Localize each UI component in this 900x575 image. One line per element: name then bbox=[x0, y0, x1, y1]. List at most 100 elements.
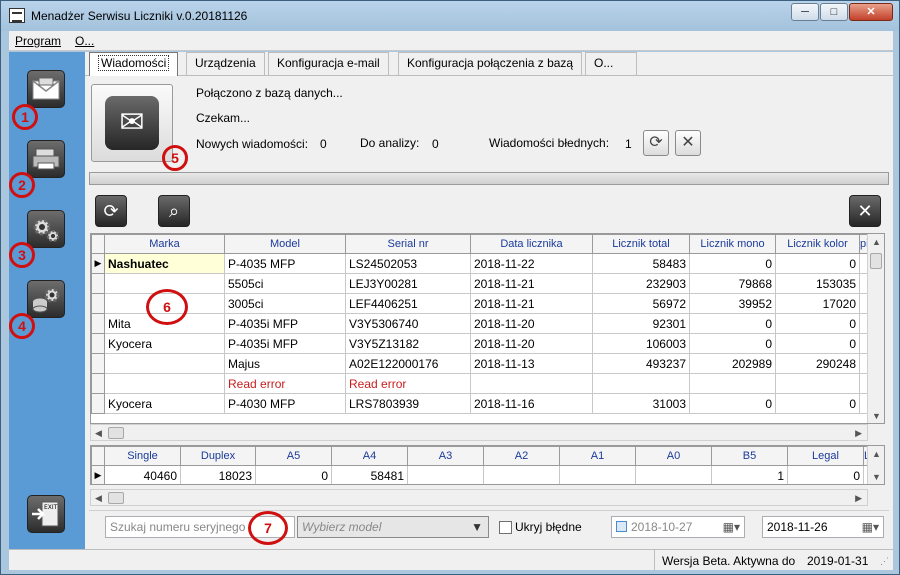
cell-model[interactable]: P-4035 MFP bbox=[224, 253, 346, 274]
cell-serial[interactable]: V3Y5306740 bbox=[345, 313, 471, 334]
cell-date[interactable]: 2018-11-21 bbox=[470, 273, 593, 294]
cell-kolor[interactable]: 290248 bbox=[775, 353, 860, 374]
hide-errors-checkbox[interactable] bbox=[499, 521, 512, 534]
sidebar-item-email-config[interactable] bbox=[27, 210, 65, 248]
tab-about[interactable]: O... bbox=[585, 52, 637, 75]
scroll-thumb[interactable] bbox=[870, 253, 882, 269]
cell-date[interactable]: 2018-11-22 bbox=[470, 253, 593, 274]
cell-marka[interactable]: Nashuatec bbox=[104, 253, 225, 274]
menu-program[interactable]: Program bbox=[15, 34, 61, 48]
formats-vertical-scrollbar[interactable]: ▲ ▼ bbox=[867, 446, 884, 484]
cell-kolor[interactable]: 153035 bbox=[775, 273, 860, 294]
format-cell[interactable] bbox=[559, 465, 636, 484]
sidebar-item-messages[interactable] bbox=[27, 70, 65, 108]
format-cell[interactable]: 1 bbox=[711, 465, 788, 484]
format-column-header[interactable]: A0 bbox=[635, 446, 712, 466]
cell-serial[interactable]: LS24502053 bbox=[345, 253, 471, 274]
table-row[interactable]: Read error Read error bbox=[91, 373, 882, 394]
cell-mono[interactable]: 39952 bbox=[689, 293, 776, 314]
cell-total[interactable] bbox=[592, 373, 690, 394]
grid-vertical-scrollbar[interactable]: ▲ ▼ bbox=[867, 234, 884, 423]
exit-button[interactable]: EXIT bbox=[27, 495, 65, 533]
minimize-button[interactable]: ─ bbox=[791, 3, 819, 21]
cell-mono[interactable]: 202989 bbox=[689, 353, 776, 374]
cell-serial[interactable]: LEJ3Y00281 bbox=[345, 273, 471, 294]
cell-mono[interactable]: 79868 bbox=[689, 273, 776, 294]
table-row[interactable]: Majus A02E122000176 2018-11-13 493237 202989… bbox=[91, 353, 882, 374]
format-column-header[interactable]: A2 bbox=[483, 446, 560, 466]
menu-about[interactable]: O... bbox=[75, 34, 94, 48]
table-row[interactable]: 5505ci LEJ3Y00281 2018-11-21 232903 79868 153… bbox=[91, 273, 882, 294]
format-cell[interactable]: 58481 bbox=[331, 465, 408, 484]
tab-email-config[interactable]: Konfiguracja e-mail bbox=[268, 52, 389, 75]
date-from-picker[interactable]: 2018-10-27 ▦▾ bbox=[611, 516, 745, 538]
table-row[interactable]: Kyocera P-4035i MFP V3Y5Z13182 2018-11-20 10… bbox=[91, 333, 882, 354]
cell-mono[interactable]: 0 bbox=[689, 393, 776, 414]
table-row[interactable]: ▶ Nashuatec P-4035 MFP LS24502053 2018-11-22… bbox=[91, 253, 882, 274]
cell-date[interactable]: 2018-11-20 bbox=[470, 333, 593, 354]
format-cell[interactable]: 0 bbox=[255, 465, 332, 484]
format-cell[interactable]: 40460 bbox=[104, 465, 181, 484]
maximize-button[interactable]: □ bbox=[820, 3, 848, 21]
retry-errors-button[interactable]: ⟳ bbox=[643, 130, 669, 156]
format-column-header[interactable]: Legal bbox=[787, 446, 864, 466]
format-cell[interactable] bbox=[483, 465, 560, 484]
table-row[interactable]: Kyocera P-4030 MFP LRS7803939 2018-11-16 310… bbox=[91, 393, 882, 414]
formats-horizontal-scrollbar[interactable]: ◀ ▶ bbox=[90, 489, 868, 506]
column-header[interactable]: Licznik mono bbox=[689, 234, 776, 254]
cell-total[interactable]: 106003 bbox=[592, 333, 690, 354]
calendar-icon[interactable]: ▦▾ bbox=[862, 517, 879, 537]
cell-mono[interactable] bbox=[689, 373, 776, 394]
model-select[interactable]: Wybierz model ▼ bbox=[297, 516, 489, 538]
cell-kolor[interactable] bbox=[775, 373, 860, 394]
column-header[interactable]: Marka bbox=[104, 234, 225, 254]
cell-kolor[interactable]: 0 bbox=[775, 393, 860, 414]
cell-total[interactable]: 58483 bbox=[592, 253, 690, 274]
cell-model[interactable]: P-4035i MFP bbox=[224, 333, 346, 354]
cell-date[interactable]: 2018-11-13 bbox=[470, 353, 593, 374]
tab-devices[interactable]: Urządzenia bbox=[186, 52, 265, 75]
cell-mono[interactable]: 0 bbox=[689, 333, 776, 354]
calendar-icon[interactable]: ▦▾ bbox=[723, 517, 740, 537]
format-column-header[interactable]: Duplex bbox=[180, 446, 256, 466]
grid-horizontal-scrollbar[interactable]: ◀ ▶ bbox=[90, 424, 868, 441]
cell-model[interactable]: Read error bbox=[224, 373, 346, 394]
column-header[interactable]: Licznik kolor bbox=[775, 234, 860, 254]
cell-serial[interactable]: Read error bbox=[345, 373, 471, 394]
cell-date[interactable]: 2018-11-21 bbox=[470, 293, 593, 314]
clear-errors-button[interactable]: ✕ bbox=[675, 130, 701, 156]
cell-total[interactable]: 56972 bbox=[592, 293, 690, 314]
cell-mono[interactable]: 0 bbox=[689, 313, 776, 334]
cell-model[interactable]: P-4030 MFP bbox=[224, 393, 346, 414]
cell-total[interactable]: 92301 bbox=[592, 313, 690, 334]
table-row[interactable]: 3005ci LEF4406251 2018-11-21 56972 39952 1702… bbox=[91, 293, 882, 314]
cell-marka[interactable] bbox=[104, 353, 225, 374]
cell-kolor[interactable]: 0 bbox=[775, 333, 860, 354]
cell-total[interactable]: 493237 bbox=[592, 353, 690, 374]
cell-date[interactable] bbox=[470, 373, 593, 394]
close-button[interactable]: ✕ bbox=[849, 3, 893, 21]
cell-total[interactable]: 31003 bbox=[592, 393, 690, 414]
format-cell[interactable]: 18023 bbox=[180, 465, 256, 484]
format-column-header[interactable]: A1 bbox=[559, 446, 636, 466]
format-column-header[interactable]: A4 bbox=[331, 446, 408, 466]
cell-model[interactable]: Majus bbox=[224, 353, 346, 374]
format-column-header[interactable]: B5 bbox=[711, 446, 788, 466]
resize-grip-icon[interactable]: ⋰ bbox=[880, 556, 889, 567]
check-mail-button[interactable]: ✉ bbox=[91, 84, 173, 162]
column-header[interactable]: Serial nr bbox=[345, 234, 471, 254]
format-cell[interactable]: 0 bbox=[787, 465, 864, 484]
cell-marka[interactable] bbox=[104, 373, 225, 394]
sidebar-item-db-config[interactable] bbox=[27, 280, 65, 318]
close-grid-button[interactable]: ✕ bbox=[849, 195, 881, 227]
cell-serial[interactable]: A02E122000176 bbox=[345, 353, 471, 374]
cell-kolor[interactable]: 0 bbox=[775, 253, 860, 274]
tab-messages[interactable]: Wiadomości bbox=[89, 52, 179, 76]
column-header[interactable]: Model bbox=[224, 234, 346, 254]
format-cell[interactable] bbox=[635, 465, 712, 484]
cell-kolor[interactable]: 0 bbox=[775, 313, 860, 334]
date-to-picker[interactable]: 2018-11-26 ▦▾ bbox=[762, 516, 884, 538]
cell-kolor[interactable]: 17020 bbox=[775, 293, 860, 314]
cell-model[interactable]: P-4035i MFP bbox=[224, 313, 346, 334]
format-cell[interactable] bbox=[407, 465, 484, 484]
